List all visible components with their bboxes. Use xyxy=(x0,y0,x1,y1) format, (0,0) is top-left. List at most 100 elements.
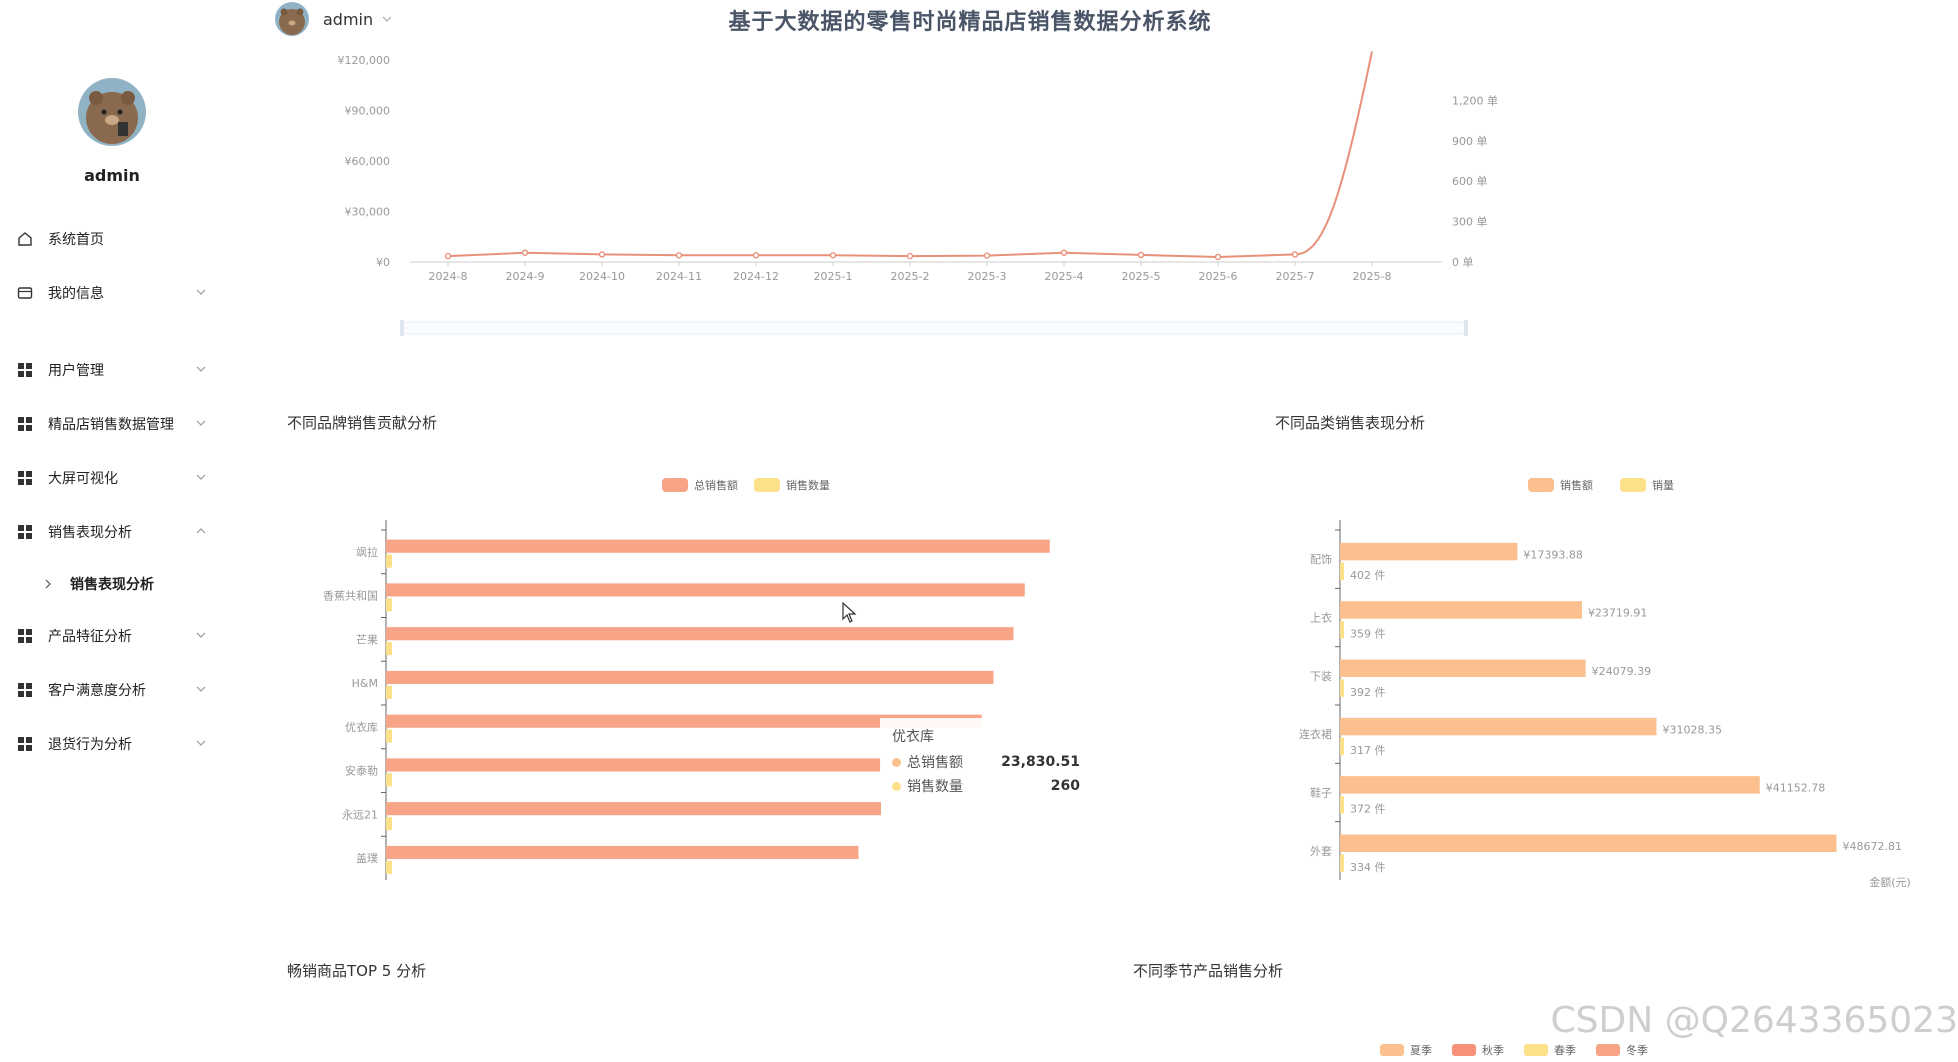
tooltip-value: 260 xyxy=(1050,778,1080,794)
bar-primary xyxy=(1340,717,1657,736)
y-tick-label: ¥60,000 xyxy=(345,155,391,168)
chevron-down-icon xyxy=(194,362,208,376)
bar-secondary xyxy=(386,554,392,568)
y-tick-label: 盖璞 xyxy=(356,851,378,865)
chevron-up-icon xyxy=(194,524,208,538)
chevron-right-icon xyxy=(42,578,54,590)
sidebar-item-customer-satisfaction[interactable]: 客户满意度分析 xyxy=(0,670,220,710)
category-performance-chart: 010,00020,00030,00040,00050,000金额(元)外套¥4… xyxy=(1299,478,1911,889)
grid-icon xyxy=(14,629,36,643)
chevron-down-icon xyxy=(194,736,208,750)
bar-data-label: 392 件 xyxy=(1350,686,1386,699)
bar-primary xyxy=(386,758,881,772)
bar-secondary xyxy=(386,685,392,699)
chevron-down-icon xyxy=(194,628,208,642)
sales-trend-chart: ¥0 ¥30,000 ¥60,000 ¥90,000 ¥120,000 0 单 300 单 6… xyxy=(338,51,1498,336)
y-tick-label: 优衣库 xyxy=(345,720,378,734)
trend-point xyxy=(1291,251,1299,258)
y-tick-label: 芒果 xyxy=(356,633,378,646)
trend-point xyxy=(675,252,683,259)
season-legend: 夏季 秋季 春季 冬季 xyxy=(1380,1043,1648,1057)
sidebar-item-label: 我的信息 xyxy=(48,286,104,302)
y-tick-label: 安泰勒 xyxy=(345,764,378,778)
grid-icon xyxy=(14,417,36,431)
grid-icon xyxy=(14,363,36,377)
sidebar-item-label: 销售表现分析 xyxy=(48,525,132,541)
trend-point xyxy=(1060,249,1068,256)
sidebar: admin 系统首页 我的信息 用户管理 精品店销售数据管理 大屏可视化 销售表… xyxy=(0,0,220,1062)
trend-series-line xyxy=(447,51,1373,258)
x-tick-label: 2024-8 xyxy=(429,270,468,283)
bar-secondary xyxy=(1340,562,1344,581)
season-section-title: 不同季节产品销售分析 xyxy=(1133,962,1284,980)
bar-data-label: ¥17393.88 xyxy=(1523,548,1583,561)
trend-point xyxy=(598,251,606,258)
bar-data-label: 372 件 xyxy=(1350,803,1386,816)
trend-point xyxy=(1137,251,1145,259)
x-tick-label: 2025-6 xyxy=(1199,270,1238,283)
x-tick-label: 2025-5 xyxy=(1122,270,1161,283)
x-tick-label: 2024-12 xyxy=(733,270,779,283)
sidebar-username: admin xyxy=(84,166,140,185)
bar-primary xyxy=(1340,659,1586,677)
sidebar-item-product-features[interactable]: 产品特征分析 xyxy=(0,616,220,656)
bar-primary xyxy=(386,845,859,859)
trend-point xyxy=(983,252,991,259)
y-tick-label: 鞋子 xyxy=(1310,786,1332,800)
datazoom-slider xyxy=(401,321,1467,335)
bar-primary xyxy=(386,583,1025,597)
mouse-cursor-icon xyxy=(842,601,858,628)
sidebar-avatar[interactable] xyxy=(78,78,146,146)
y-tick-label: 上衣 xyxy=(1310,611,1332,625)
legend-label: 秋季 xyxy=(1482,1043,1504,1057)
y-tick-label: 飒拉 xyxy=(356,545,378,559)
sidebar-item-sales-data-management[interactable]: 精品店销售数据管理 xyxy=(0,404,220,444)
header-user-menu[interactable]: admin xyxy=(275,2,393,36)
trend-point xyxy=(521,249,529,256)
legend-label: 春季 xyxy=(1554,1044,1576,1057)
legend-label: 销售额 xyxy=(1560,478,1593,492)
sidebar-item-my-info[interactable]: 我的信息 xyxy=(0,273,220,313)
sidebar-item-user-management[interactable]: 用户管理 xyxy=(0,350,220,390)
y-tick-label: 连衣裙 xyxy=(1299,727,1332,741)
x-axis-label: 金额(元) xyxy=(1869,875,1911,889)
y-tick-label: ¥90,000 xyxy=(345,105,391,118)
sidebar-subitem-sales-performance[interactable]: 销售表现分析 xyxy=(0,566,220,602)
bar-secondary xyxy=(1340,679,1344,697)
grid-icon xyxy=(14,737,36,751)
x-tick-label: 2025-7 xyxy=(1276,270,1315,283)
chevron-down-icon xyxy=(194,682,208,696)
home-icon xyxy=(14,231,36,247)
sidebar-item-sales-performance[interactable]: 销售表现分析 xyxy=(0,512,220,552)
bar-secondary xyxy=(1340,854,1344,872)
legend-swatch xyxy=(1620,478,1646,492)
brand-section-title: 不同品牌销售贡献分析 xyxy=(287,414,438,432)
bar-data-label: 334 件 xyxy=(1350,861,1386,874)
sidebar-item-big-screen[interactable]: 大屏可视化 xyxy=(0,458,220,498)
bar-secondary xyxy=(386,817,392,831)
y-tick-label: 外套 xyxy=(1310,845,1332,858)
bar-data-label: 317 件 xyxy=(1350,744,1386,757)
bar-data-label: ¥41152.78 xyxy=(1766,782,1826,795)
legend-swatch xyxy=(1380,1044,1404,1056)
sidebar-item-label: 用户管理 xyxy=(48,363,104,379)
y-right-tick-label: 0 单 xyxy=(1452,256,1474,269)
tooltip-title: 优衣库 xyxy=(892,729,934,745)
sidebar-item-label: 大屏可视化 xyxy=(48,471,118,487)
chevron-down-icon xyxy=(194,416,208,430)
bar-data-label: ¥24079.39 xyxy=(1592,665,1652,678)
sidebar-item-home[interactable]: 系统首页 xyxy=(0,219,220,259)
sidebar-item-label: 精品店销售数据管理 xyxy=(48,417,174,433)
legend-swatch xyxy=(1596,1044,1620,1056)
grid-icon xyxy=(14,683,36,697)
trend-point xyxy=(444,252,452,260)
x-tick-label: 2025-4 xyxy=(1045,270,1084,283)
sidebar-item-return-behavior[interactable]: 退货行为分析 xyxy=(0,724,220,764)
sidebar-item-label: 系统首页 xyxy=(48,232,104,248)
bar-primary xyxy=(386,670,994,684)
wallet-icon xyxy=(14,285,36,301)
header-avatar xyxy=(275,2,309,36)
legend-swatch xyxy=(754,478,780,492)
y-right-tick-label: 300 单 xyxy=(1452,216,1488,229)
top5-section-title: 畅销商品TOP 5 分析 xyxy=(287,962,427,980)
